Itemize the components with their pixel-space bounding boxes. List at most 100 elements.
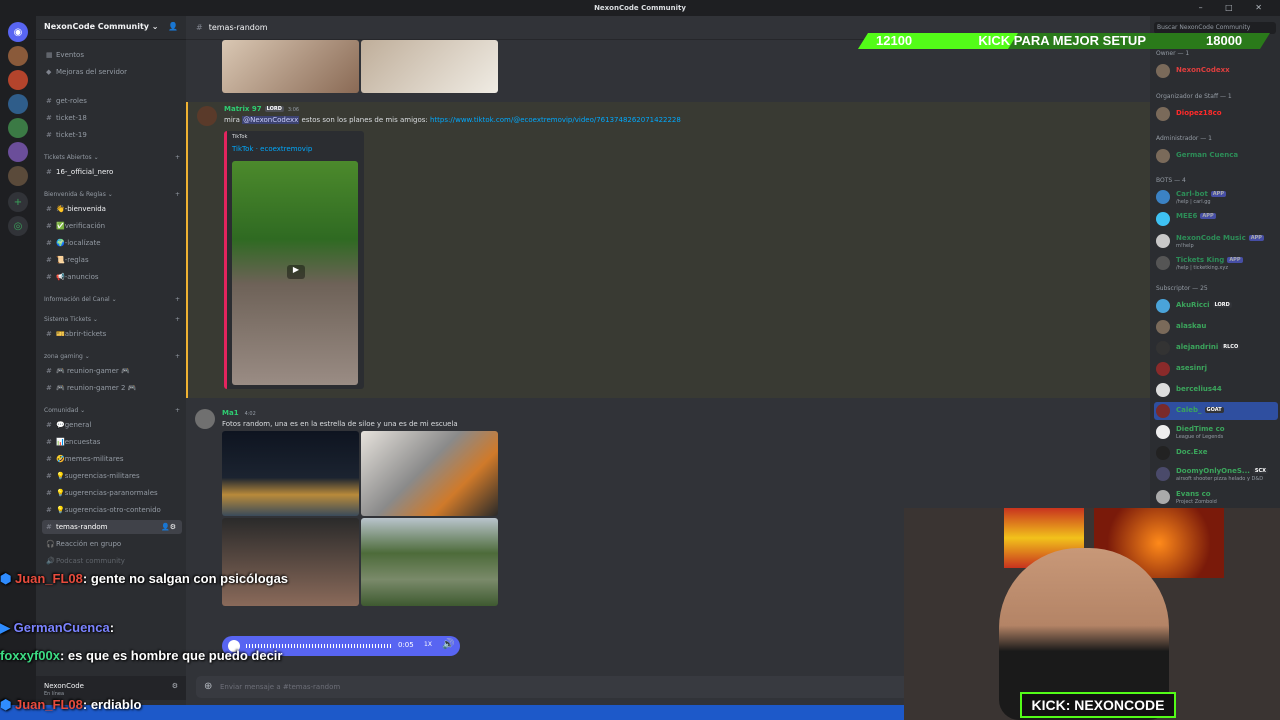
channel-reglas[interactable]: # 📜-reglas: [42, 253, 182, 267]
channel-abrir-tickets[interactable]: # 🎫abrir-tickets: [42, 327, 182, 341]
channel-verificacion[interactable]: # ✅verificación: [42, 219, 182, 233]
category-sistema-tickets[interactable]: Sistema Tickets ⌄ +: [44, 316, 180, 323]
server-icon[interactable]: [8, 166, 28, 186]
channel-label: 💡sugerencias-paranormales: [56, 489, 158, 497]
category-zona-gaming[interactable]: zona gaming ⌄ +: [44, 353, 180, 360]
add-channel-icon[interactable]: +: [175, 191, 180, 198]
attachment-image[interactable]: [361, 40, 498, 93]
mention[interactable]: @NexonCodexx: [242, 116, 300, 124]
member-item[interactable]: Doc.Exe: [1154, 444, 1278, 462]
category-bienvenida[interactable]: Bienvenida & Reglas ⌄ +: [44, 191, 180, 198]
server-name[interactable]: NexonCode Community ⌄ 👤: [36, 16, 186, 40]
add-channel-icon[interactable]: +: [175, 353, 180, 360]
attachment-image[interactable]: [361, 431, 498, 516]
channel-memes-militares[interactable]: # 🤣memes-militares: [42, 452, 182, 466]
add-member-icon[interactable]: 👤: [168, 22, 178, 31]
hash-icon: #: [196, 23, 203, 32]
channel-get-roles[interactable]: # get-roles: [42, 94, 182, 108]
chat-user: foxxyf00x: [0, 648, 60, 663]
member-item[interactable]: NexonCode Music APP m!help: [1154, 232, 1278, 250]
channel-encuestas[interactable]: # 📊encuestas: [42, 435, 182, 449]
channel-bienvenida[interactable]: # 👋-bienvenida: [42, 202, 182, 216]
member-item[interactable]: Diopez18co: [1154, 105, 1278, 123]
member-item[interactable]: alaskau: [1154, 318, 1278, 336]
window-controls[interactable]: – □ ✕: [1199, 3, 1272, 12]
channel-title: temas-random: [208, 23, 268, 32]
member-group-header: Owner — 1: [1156, 50, 1190, 57]
member-item[interactable]: Carl-bot APP/help | carl.gg: [1154, 188, 1278, 206]
channel-label: get-roles: [56, 97, 87, 105]
server-icon[interactable]: [8, 118, 28, 138]
explore-icon[interactable]: ◎: [8, 216, 28, 236]
events-item[interactable]: ▦ Eventos: [42, 48, 182, 62]
server-icon[interactable]: [8, 70, 28, 90]
settings-gear-icon[interactable]: ⚙: [172, 682, 178, 690]
role-tag: SCX: [1252, 468, 1269, 474]
channel-sugerencias-paranormales[interactable]: # 💡sugerencias-paranormales: [42, 486, 182, 500]
avatar[interactable]: [197, 106, 217, 126]
category-comunidad[interactable]: Comunidad ⌄ +: [44, 407, 180, 414]
embed-title[interactable]: TikTok · ecoextremovip: [232, 145, 312, 153]
attachment-image[interactable]: [222, 518, 359, 606]
embed-video-thumbnail[interactable]: ▶: [232, 161, 358, 385]
member-name: Caleb_: [1176, 406, 1202, 414]
category-tickets[interactable]: Tickets Abiertos ⌄ +: [44, 154, 180, 161]
member-item[interactable]: DiedTime co League of Legends: [1154, 423, 1278, 441]
chat-text: :: [109, 620, 115, 635]
server-icon[interactable]: [8, 142, 28, 162]
attachment-image[interactable]: [361, 518, 498, 606]
settings-icon[interactable]: 👤⚙: [161, 520, 176, 534]
member-item[interactable]: MEE6 APP: [1154, 210, 1278, 228]
member-item[interactable]: NexonCodexx: [1154, 62, 1278, 80]
member-item[interactable]: asesinrj: [1154, 360, 1278, 378]
message-author[interactable]: Matrix 97 LORD 3:06: [224, 105, 299, 113]
boosts-item[interactable]: ◆ Mejoras del servidor: [42, 65, 182, 79]
play-icon[interactable]: ▶: [287, 265, 305, 279]
server-icon[interactable]: [8, 46, 28, 66]
avatar: [1156, 64, 1170, 78]
avatar[interactable]: [195, 409, 215, 429]
discord-home-icon[interactable]: ◉: [8, 22, 28, 42]
channel-temas-random[interactable]: # temas-random 👤⚙: [42, 520, 182, 534]
channel-sugerencias-otro-contenido[interactable]: # 💡sugerencias-otro-contenido: [42, 503, 182, 517]
channel-ticket-18[interactable]: # ticket-18: [42, 111, 182, 125]
attachment-image[interactable]: [222, 431, 359, 516]
member-item[interactable]: AkuRicci LORD: [1154, 297, 1278, 315]
tiktok-link[interactable]: https://www.tiktok.com/@ecoextremovip/vi…: [430, 116, 681, 124]
window-title: NexonCode Community: [594, 4, 686, 12]
channel-reunion-gamer-2[interactable]: # 🎮 reunion-gamer 2 🎮: [42, 381, 182, 395]
hash-icon: #: [46, 506, 52, 514]
channel-ticket-19[interactable]: # ticket-19: [42, 128, 182, 142]
attach-plus-icon[interactable]: ⊕: [204, 681, 212, 692]
add-channel-icon[interactable]: +: [175, 316, 180, 323]
member-item[interactable]: Tickets King APP/help | ticketking.xyz: [1154, 254, 1278, 272]
channel-localizate[interactable]: # 🌍-localízate: [42, 236, 182, 250]
member-item[interactable]: Evans co Project Zomboid: [1154, 488, 1278, 506]
member-item[interactable]: DoomyOnlyOneS... SCX airsoft shooter pizza…: [1154, 465, 1278, 483]
message-author[interactable]: Ma1 4:02: [222, 409, 256, 417]
channel-reaccion-en-grupo[interactable]: 🎧Reacción en grupo: [42, 537, 182, 551]
channel-label: ✅verificación: [56, 222, 106, 230]
category-informacion[interactable]: Información del Canal ⌄ +: [44, 296, 180, 303]
channel-anuncios[interactable]: # 📢-anuncios: [42, 270, 182, 284]
channel-general[interactable]: # 💬general: [42, 418, 182, 432]
add-channel-icon[interactable]: +: [175, 154, 180, 161]
member-item[interactable]: alejandrini RLCO: [1154, 339, 1278, 357]
volume-icon[interactable]: 🔊: [442, 639, 454, 650]
member-item[interactable]: bercelius44: [1154, 381, 1278, 399]
channel-podcast[interactable]: 🔊Podcast community: [42, 554, 182, 568]
playback-speed[interactable]: 1X: [424, 641, 432, 648]
attachment-image[interactable]: [222, 40, 359, 93]
add-channel-icon[interactable]: +: [175, 296, 180, 303]
channel-reunion-gamer[interactable]: # 🎮 reunion-gamer 🎮: [42, 364, 182, 378]
member-item[interactable]: German Cuenca: [1154, 147, 1278, 165]
member-item[interactable]: Caleb_ GOAT: [1154, 402, 1278, 420]
add-channel-icon[interactable]: +: [175, 407, 180, 414]
add-server-icon[interactable]: +: [8, 192, 28, 212]
channel-official-nero[interactable]: #16-_official_nero: [42, 165, 182, 179]
hash-icon: #: [46, 523, 52, 531]
server-icon[interactable]: [8, 94, 28, 114]
channel-sugerencias-militares[interactable]: # 💡sugerencias-militares: [42, 469, 182, 483]
channel-label: 🎮 reunion-gamer 🎮: [56, 367, 130, 375]
hash-icon: #: [46, 384, 52, 392]
